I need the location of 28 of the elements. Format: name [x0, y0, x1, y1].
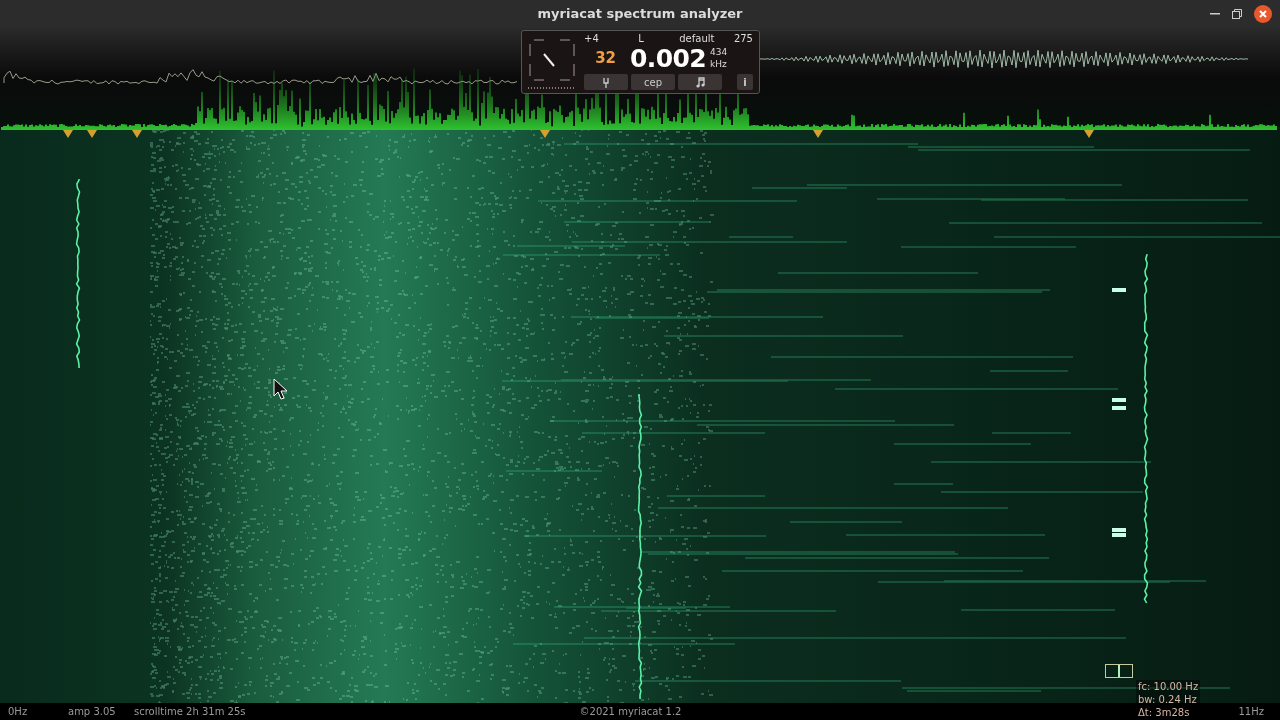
- scroll-time-label: scrolltime 2h 31m 25s: [134, 705, 246, 719]
- tuning-button[interactable]: [584, 74, 628, 90]
- music-button[interactable]: [678, 74, 722, 90]
- cepstrum-button[interactable]: cep: [631, 74, 675, 90]
- cursor-box-icon: [1105, 664, 1133, 678]
- max-frequency-label: 11Hz: [1238, 705, 1264, 719]
- frequency-readout: 0.002: [630, 45, 706, 71]
- offset-label: +4: [584, 31, 599, 46]
- pointer-icon: [273, 378, 289, 400]
- music-note-icon: [695, 76, 705, 88]
- minimize-icon[interactable]: [1210, 13, 1220, 15]
- preset-label: default: [679, 31, 715, 46]
- center-frequency-readout: fc: 10.00 Hz: [1138, 680, 1199, 693]
- close-icon[interactable]: [1254, 5, 1272, 23]
- count-label: 275: [733, 31, 753, 46]
- time-delta-readout: Δt: 3m28s: [1138, 706, 1191, 719]
- maximize-icon[interactable]: [1232, 9, 1242, 19]
- info-button[interactable]: i: [737, 74, 753, 90]
- cents-label: 434: [709, 46, 728, 58]
- amplitude-label: amp 3.05: [68, 705, 117, 719]
- min-frequency-label: 0Hz: [8, 705, 29, 719]
- bandwidth-readout: bw: 0.24 Hz: [1138, 693, 1198, 706]
- unit-label: kHz: [709, 58, 728, 70]
- copyright-label: ©2021 myriacat 1.2: [579, 705, 682, 719]
- channel-label: L: [638, 31, 644, 46]
- octave-readout: 32: [594, 47, 616, 69]
- tuning-fork-icon: [602, 76, 610, 88]
- window-title: myriacat spectrum analyzer: [537, 5, 743, 24]
